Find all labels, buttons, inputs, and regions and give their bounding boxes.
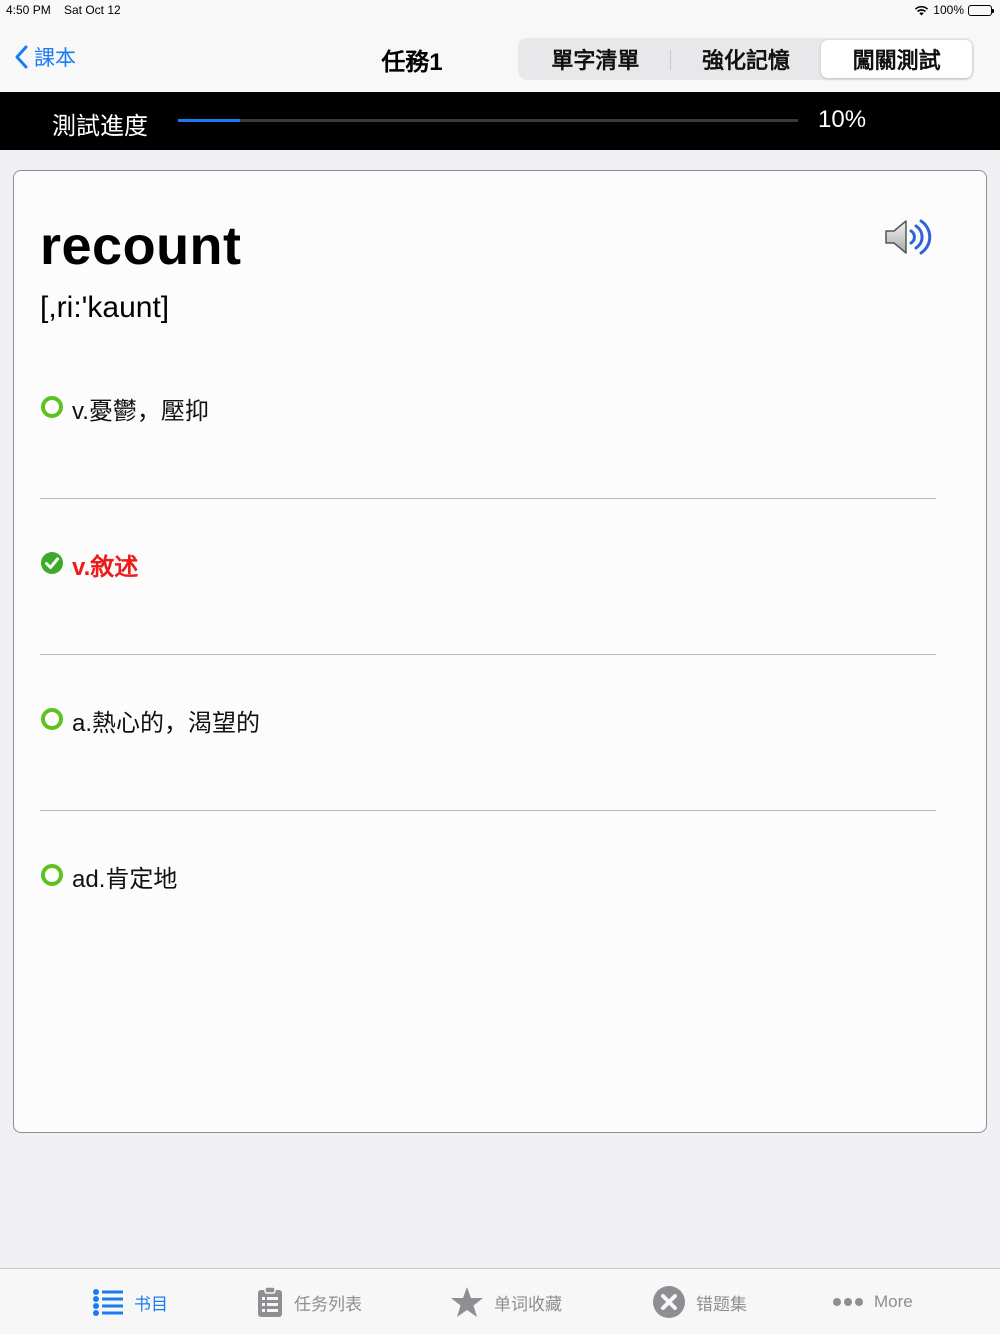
page-title: 任務1 — [381, 49, 443, 76]
nav-bar: 課本 任務1 單字清單 強化記憶 闖關測試 — [0, 20, 1000, 92]
speaker-icon[interactable] — [882, 215, 934, 264]
status-time: 4:50 PM — [6, 3, 51, 17]
progress-fill — [178, 119, 240, 122]
tab-books[interactable]: 书目 — [92, 1269, 168, 1334]
battery-icon — [968, 4, 994, 16]
quiz-card: recount [,ri:'kaunt] v.憂鬱，壓抑 v.敘述 a.熱心的，… — [13, 170, 987, 1133]
answer-option[interactable]: v.憂鬱，壓抑 — [40, 343, 936, 499]
wifi-icon — [915, 5, 929, 15]
tab-label: 任务列表 — [294, 1294, 362, 1314]
checkmark-circle-icon — [41, 552, 63, 574]
tab-more[interactable]: More — [832, 1269, 913, 1334]
tab-label: More — [874, 1292, 913, 1311]
progress-track — [178, 119, 798, 122]
radio-empty-icon — [41, 864, 63, 886]
x-circle-icon — [653, 1286, 685, 1318]
tab-label: 单词收藏 — [494, 1294, 562, 1314]
radio-empty-icon — [41, 708, 63, 730]
segment-memory[interactable]: 強化記憶 — [671, 40, 822, 78]
answer-option[interactable]: ad.肯定地 — [40, 811, 936, 967]
answer-option-correct[interactable]: v.敘述 — [40, 499, 936, 655]
tab-bar: 书目 任务列表 单词收藏 错题集 More — [0, 1268, 1000, 1334]
status-date: Sat Oct 12 — [64, 3, 121, 17]
clipboard-icon — [258, 1286, 282, 1317]
tab-favorites[interactable]: 单词收藏 — [450, 1269, 562, 1334]
phonetic: [,ri:'kaunt] — [40, 291, 170, 324]
segment-word-list[interactable]: 單字清單 — [520, 40, 671, 78]
tab-mistakes[interactable]: 错题集 — [652, 1269, 747, 1334]
answer-option-text: v.敘述 — [72, 554, 139, 581]
answer-option-text: a.熱心的，渴望的 — [72, 710, 261, 737]
list-icon — [93, 1289, 123, 1316]
chevron-left-icon — [15, 45, 28, 69]
tab-label: 错题集 — [696, 1294, 747, 1314]
status-right: 100% — [914, 3, 994, 17]
star-icon — [451, 1287, 483, 1317]
back-button[interactable]: 課本 — [14, 42, 76, 72]
tab-task-list[interactable]: 任务列表 — [256, 1269, 362, 1334]
battery-percent: 100% — [933, 3, 964, 17]
progress-strip: 測試進度 10% — [0, 92, 1000, 150]
back-label: 課本 — [34, 47, 76, 70]
quiz-word: recount — [40, 216, 242, 276]
answer-option-text: v.憂鬱，壓抑 — [72, 398, 209, 425]
mode-segmented-control: 單字清單 強化記憶 闖關測試 — [518, 38, 974, 80]
segment-quiz[interactable]: 闖關測試 — [821, 40, 973, 78]
status-bar: 4:50 PM Sat Oct 12 100% — [0, 0, 1000, 20]
progress-percent: 10% — [818, 106, 867, 133]
more-icon — [833, 1298, 863, 1306]
tab-label: 书目 — [134, 1294, 168, 1314]
answer-option[interactable]: a.熱心的，渴望的 — [40, 655, 936, 811]
radio-empty-icon — [41, 396, 63, 418]
answer-option-text: ad.肯定地 — [72, 866, 178, 893]
progress-label: 測試進度 — [52, 113, 148, 140]
